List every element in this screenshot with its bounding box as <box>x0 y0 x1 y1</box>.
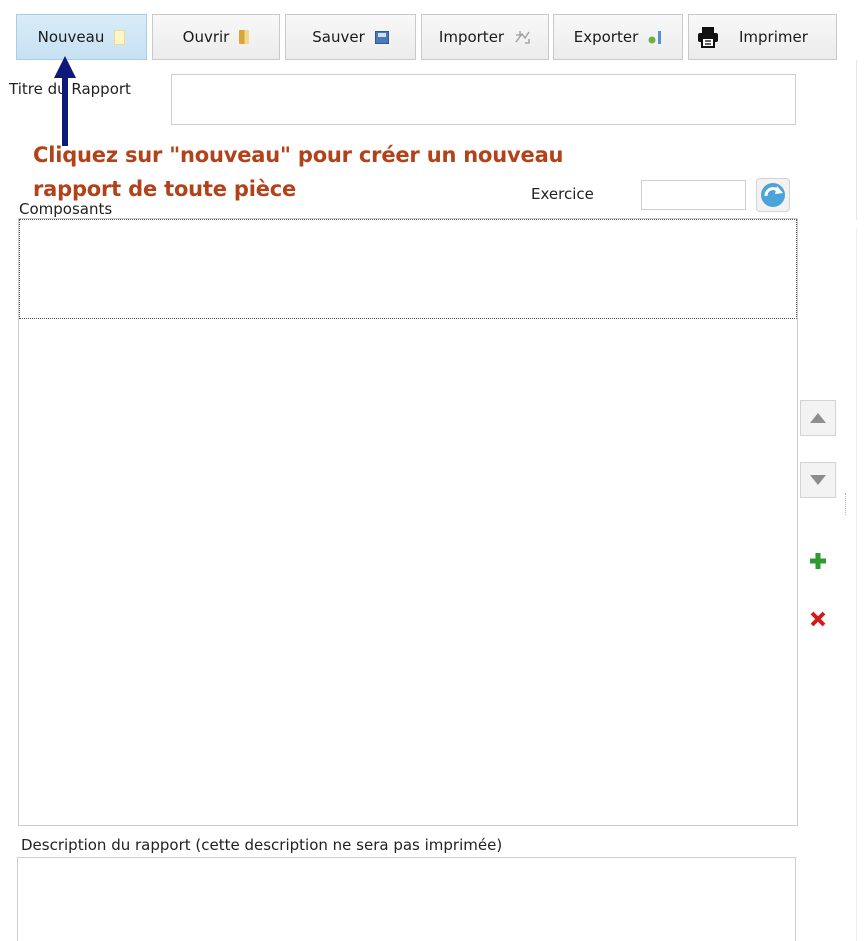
import-icon <box>515 30 530 44</box>
report-title-input[interactable] <box>171 74 796 125</box>
plus-icon <box>810 553 826 569</box>
export-button-label: Exporter <box>573 28 639 46</box>
arrow-down-icon <box>810 475 826 485</box>
export-button[interactable]: Exporter <box>553 14 683 60</box>
annotation-line-2: rapport de toute pièce <box>33 177 297 201</box>
components-list[interactable] <box>18 218 798 826</box>
right-panel-divider-lower <box>856 228 857 941</box>
new-button[interactable]: Nouveau <box>16 14 147 60</box>
resize-grip[interactable] <box>845 493 847 515</box>
close-icon <box>810 611 826 627</box>
arrow-up-icon <box>810 413 826 423</box>
print-button[interactable]: Imprimer <box>688 14 837 60</box>
new-document-icon <box>114 29 126 45</box>
folder-icon <box>239 30 250 44</box>
save-button-label: Sauver <box>312 28 365 46</box>
import-button[interactable]: Importer <box>421 14 549 60</box>
description-textarea[interactable] <box>17 857 796 941</box>
floppy-disk-icon <box>374 30 389 44</box>
add-component-button[interactable] <box>800 543 836 579</box>
annotation-arrow <box>54 56 76 146</box>
refresh-button[interactable] <box>756 178 790 212</box>
print-button-label: Imprimer <box>739 28 808 46</box>
right-panel-divider <box>856 60 857 220</box>
import-button-label: Importer <box>438 28 505 46</box>
open-button-label: Ouvrir <box>182 28 230 46</box>
save-button[interactable]: Sauver <box>285 14 416 60</box>
new-button-label: Nouveau <box>37 28 105 46</box>
annotation-line-1: Cliquez sur "nouveau" pour créer un nouv… <box>33 143 564 167</box>
description-label: Description du rapport (cette descriptio… <box>21 836 503 854</box>
components-list-selected-row[interactable] <box>19 219 797 319</box>
refresh-icon <box>761 183 785 207</box>
exercise-input[interactable] <box>641 180 746 210</box>
move-down-button[interactable] <box>800 462 836 498</box>
printer-icon <box>698 27 718 48</box>
move-up-button[interactable] <box>800 400 836 436</box>
components-label: Composants <box>19 200 113 218</box>
open-button[interactable]: Ouvrir <box>152 14 280 60</box>
delete-component-button[interactable] <box>800 601 836 637</box>
export-icon <box>648 30 662 44</box>
exercise-label: Exercice <box>531 185 594 203</box>
